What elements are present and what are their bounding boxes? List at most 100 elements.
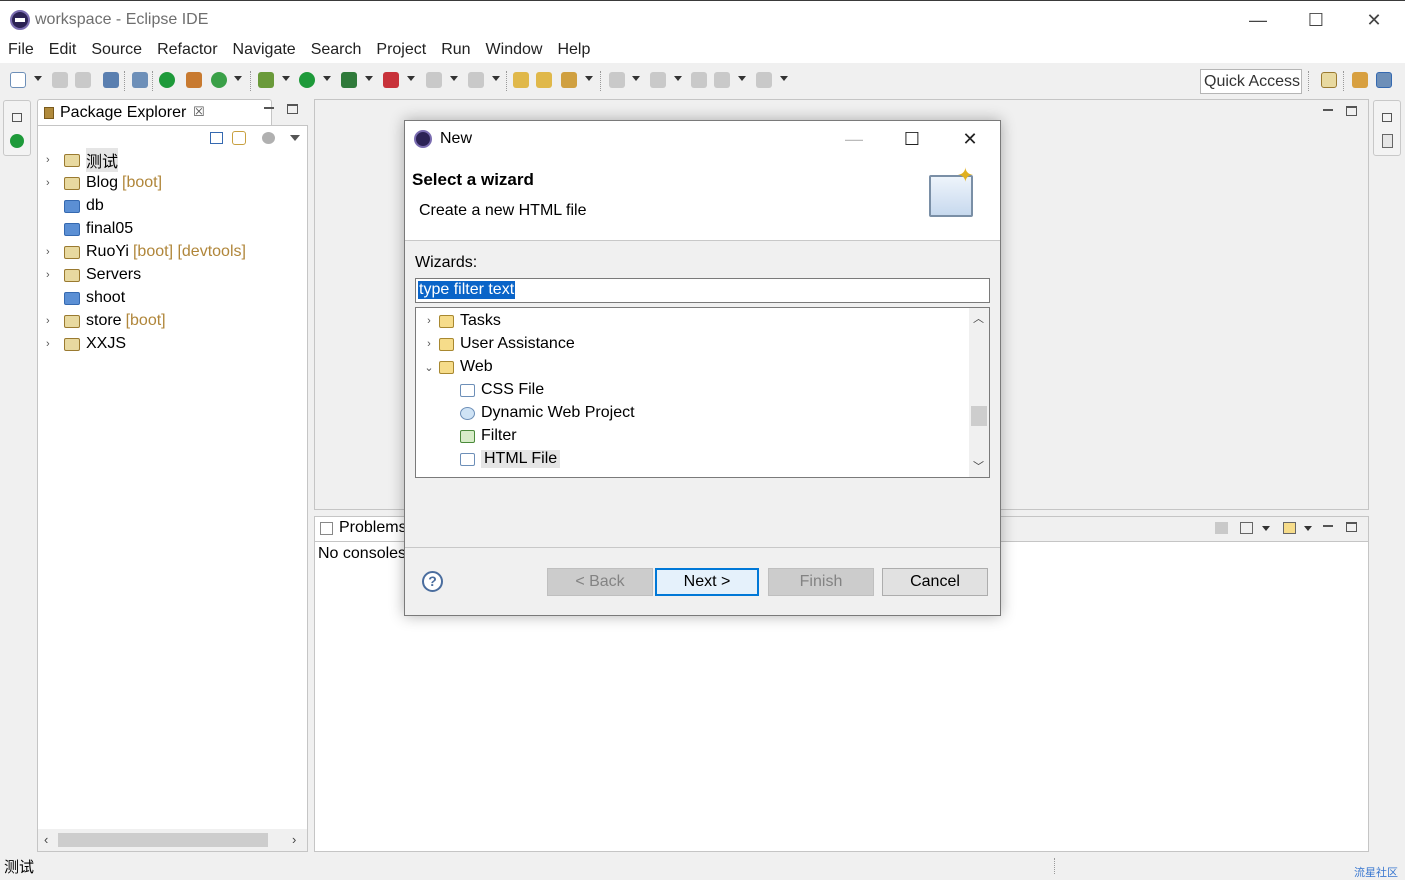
pin-console-icon[interactable] bbox=[1215, 522, 1228, 534]
wizard-category-web[interactable]: ⌄ Web bbox=[419, 356, 492, 378]
display-console-icon[interactable] bbox=[1240, 522, 1253, 534]
debug-dropdown-icon[interactable] bbox=[282, 76, 290, 81]
open-type-icon[interactable] bbox=[513, 72, 529, 88]
wizard-item-filter[interactable]: Filter bbox=[460, 425, 517, 447]
prev-annotation-icon[interactable] bbox=[650, 72, 666, 88]
package-icon[interactable] bbox=[186, 72, 202, 88]
coverage-icon[interactable] bbox=[341, 72, 357, 88]
servers-icon[interactable] bbox=[10, 134, 24, 148]
chevron-right-icon[interactable]: › bbox=[46, 269, 58, 281]
scrollbar-thumb[interactable] bbox=[971, 406, 987, 426]
wizard-category-user-assistance[interactable]: › User Assistance bbox=[419, 333, 575, 355]
stop-icon[interactable] bbox=[426, 72, 442, 88]
new-icon[interactable] bbox=[10, 72, 26, 88]
deploy-dropdown-icon[interactable] bbox=[492, 76, 500, 81]
tree-item-project[interactable]: › Servers bbox=[46, 264, 141, 286]
chevron-right-icon[interactable]: › bbox=[46, 315, 58, 327]
vertical-scrollbar[interactable]: ︿ ﹀ bbox=[969, 308, 989, 477]
back-icon[interactable] bbox=[714, 72, 730, 88]
coverage-dropdown-icon[interactable] bbox=[365, 76, 373, 81]
focus-icon[interactable] bbox=[262, 132, 275, 144]
chevron-right-icon[interactable]: › bbox=[419, 315, 439, 327]
filter-input-text[interactable]: type filter text bbox=[418, 281, 516, 299]
tree-item-folder[interactable]: shoot bbox=[46, 287, 125, 309]
run-dropdown-icon[interactable] bbox=[323, 76, 331, 81]
deploy-icon[interactable] bbox=[468, 72, 484, 88]
restore-icon[interactable] bbox=[12, 113, 22, 122]
wizard-item-css-file[interactable]: CSS File bbox=[460, 379, 544, 401]
view-menu-icon[interactable] bbox=[290, 135, 300, 141]
scroll-left-icon[interactable]: ‹ bbox=[44, 832, 48, 847]
tree-item-project[interactable]: › 测试 bbox=[46, 148, 119, 172]
tree-item-project[interactable]: › store [boot] bbox=[46, 310, 166, 332]
new-dropdown-icon[interactable] bbox=[34, 76, 42, 81]
external-tools-dropdown-icon[interactable] bbox=[407, 76, 415, 81]
menu-search[interactable]: Search bbox=[303, 38, 369, 63]
restore-icon[interactable] bbox=[1382, 113, 1392, 122]
open-perspective-icon[interactable] bbox=[1321, 72, 1337, 88]
menu-source[interactable]: Source bbox=[83, 38, 149, 63]
forward-dropdown-icon[interactable] bbox=[780, 76, 788, 81]
back-dropdown-icon[interactable] bbox=[738, 76, 746, 81]
tab-package-explorer[interactable]: Package Explorer ☒ bbox=[37, 99, 272, 125]
prev-annotation-dropdown-icon[interactable] bbox=[674, 76, 682, 81]
back-button[interactable]: < Back bbox=[547, 568, 653, 596]
save-icon[interactable] bbox=[52, 72, 68, 88]
dialog-close-button[interactable]: ✕ bbox=[941, 121, 999, 157]
menu-run[interactable]: Run bbox=[433, 38, 477, 63]
chevron-right-icon[interactable]: › bbox=[46, 177, 58, 189]
finish-button[interactable]: Finish bbox=[768, 568, 874, 596]
minimize-view-icon[interactable] bbox=[1323, 109, 1333, 111]
java-perspective-icon[interactable] bbox=[1376, 72, 1392, 88]
chevron-right-icon[interactable]: › bbox=[46, 338, 58, 350]
wizard-item-html-file[interactable]: HTML File bbox=[457, 448, 561, 470]
menu-window[interactable]: Window bbox=[478, 38, 550, 63]
menu-refactor[interactable]: Refactor bbox=[149, 38, 224, 63]
search-icon[interactable] bbox=[561, 72, 577, 88]
minimize-view-icon[interactable] bbox=[264, 107, 274, 109]
skip-breakpoints-icon[interactable] bbox=[132, 72, 148, 88]
tree-item-project[interactable]: › Blog [boot] bbox=[46, 172, 162, 194]
menu-file[interactable]: File bbox=[0, 38, 41, 63]
chevron-right-icon[interactable]: › bbox=[46, 246, 58, 258]
search-dropdown-icon[interactable] bbox=[585, 76, 593, 81]
tree-item-folder[interactable]: db bbox=[46, 195, 104, 217]
minimize-button[interactable]: — bbox=[1229, 1, 1287, 39]
maximize-view-icon[interactable] bbox=[1346, 106, 1357, 116]
tree-item-folder[interactable]: final05 bbox=[46, 218, 133, 240]
maximize-view-icon[interactable] bbox=[1346, 522, 1357, 532]
dialog-maximize-button[interactable]: ☐ bbox=[883, 121, 941, 157]
external-tools-icon[interactable] bbox=[383, 72, 399, 88]
scroll-down-icon[interactable]: ﹀ bbox=[973, 458, 984, 474]
menu-edit[interactable]: Edit bbox=[41, 38, 84, 63]
maximize-view-icon[interactable] bbox=[287, 104, 298, 114]
wizard-category-tasks[interactable]: › Tasks bbox=[419, 310, 501, 332]
link-editor-icon[interactable] bbox=[232, 131, 246, 145]
open-task-icon[interactable] bbox=[536, 72, 552, 88]
next-annotation-icon[interactable] bbox=[609, 72, 625, 88]
run-icon[interactable] bbox=[299, 72, 315, 88]
scrollbar-thumb[interactable] bbox=[58, 833, 268, 847]
menu-help[interactable]: Help bbox=[549, 38, 597, 63]
scroll-right-icon[interactable]: › bbox=[292, 832, 296, 847]
refresh-icon[interactable] bbox=[211, 72, 227, 88]
start-server-icon[interactable] bbox=[159, 72, 175, 88]
menu-project[interactable]: Project bbox=[368, 38, 433, 63]
collapse-all-icon[interactable] bbox=[210, 132, 223, 144]
quick-access-field[interactable]: Quick Access bbox=[1200, 69, 1302, 94]
refresh-dropdown-icon[interactable] bbox=[234, 76, 242, 81]
open-console-dropdown-icon[interactable] bbox=[1304, 526, 1312, 531]
maximize-button[interactable]: ☐ bbox=[1287, 1, 1345, 39]
open-console-icon[interactable] bbox=[1283, 522, 1296, 534]
chevron-right-icon[interactable]: › bbox=[419, 338, 439, 350]
close-icon[interactable]: ☒ bbox=[193, 104, 205, 120]
chevron-down-icon[interactable]: ⌄ bbox=[419, 361, 439, 374]
next-annotation-dropdown-icon[interactable] bbox=[632, 76, 640, 81]
stop-dropdown-icon[interactable] bbox=[450, 76, 458, 81]
last-edit-icon[interactable] bbox=[691, 72, 707, 88]
save-all-icon[interactable] bbox=[75, 72, 91, 88]
close-button[interactable]: ✕ bbox=[1345, 1, 1403, 39]
java-ee-perspective-icon[interactable] bbox=[1352, 72, 1368, 88]
minimize-view-icon[interactable] bbox=[1323, 525, 1333, 527]
next-button[interactable]: Next > bbox=[655, 568, 759, 596]
